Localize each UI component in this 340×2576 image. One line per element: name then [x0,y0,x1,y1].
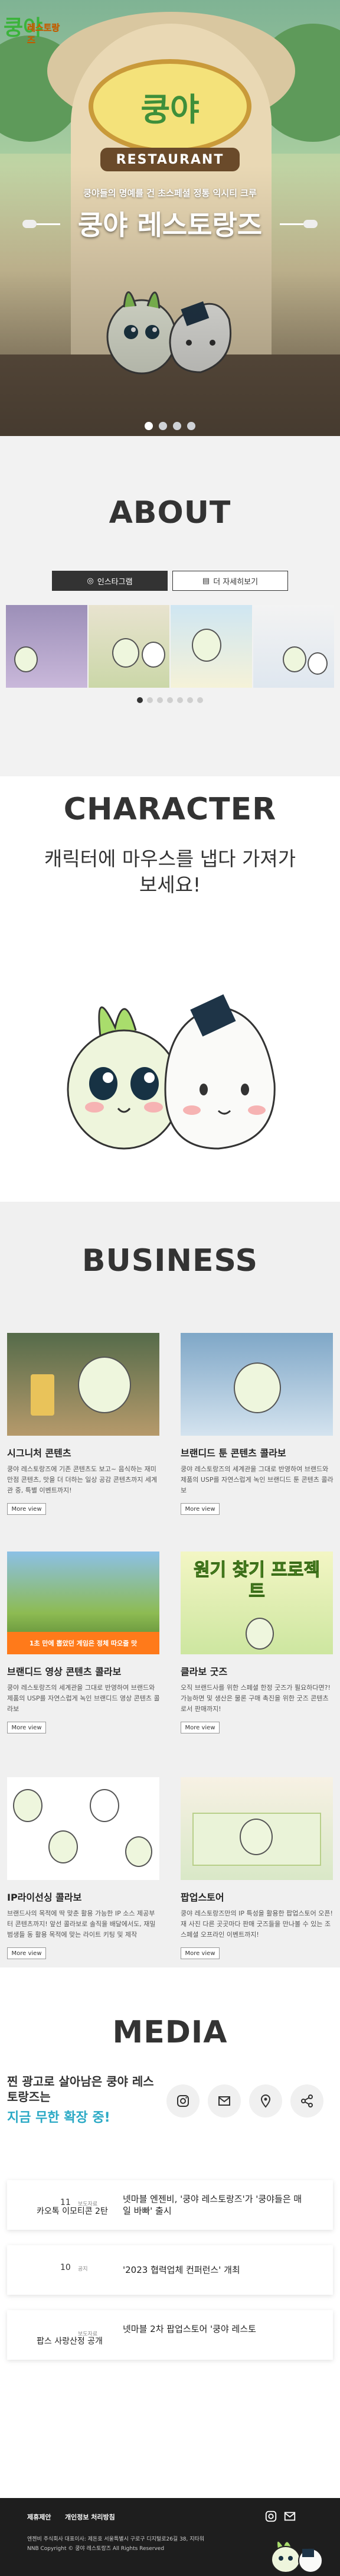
site-logo[interactable]: 쿵야 레스토랑즈 [4,8,65,45]
hero-subtitle: 쿵야들의 명예를 건 초스페셜 정통 익시티 크루 [83,188,257,199]
business-card[interactable]: 브랜디드 툰 콘텐츠 콜라보 쿵야 레스토랑즈의 세계관을 그대로 반영하여 브… [181,1333,334,1515]
about-section: ABOUT ◎ 인스타그램 ▤ 더 자세히보기 [0,436,340,776]
more-view-button[interactable]: More view [181,1947,220,1959]
news-item[interactable]: 보도자료 팝스 사랑산정 공개 넷마블 2차 팝업스토어 '쿵야 레스토 [7,2310,333,2360]
business-card[interactable]: 원기 찾기 프로젝트 클라보 굿즈 오직 브랜드사를 위한 스페셜 한정 굿즈가… [181,1552,334,1733]
more-view-button[interactable]: More view [7,1947,46,1959]
business-image: 1초 만에 뽑았던 게임은 정체 따오줄 맛 [7,1552,159,1654]
business-card[interactable]: 시그니처 콘텐츠 쿵야 레스토랑즈에 기존 콘텐츠도 보고~ 음식하는 재미만점… [7,1333,161,1515]
business-card[interactable]: 팝업스토어 쿵야 레스토랑즈만의 IP 특성을 활용한 팝업스토어 오픈! 재 … [181,1777,334,1959]
hero-dot-3[interactable] [173,422,181,430]
footer-mascot [271,2541,323,2572]
media-highlight: 지금 무한 확장 중! [7,2110,110,2125]
business-image [7,1777,159,1880]
about-slide[interactable] [6,605,87,688]
about-pagination [0,697,340,703]
news-item[interactable]: 10 공지 '2023 협력업체 컨퍼런스' 개최 [7,2245,333,2295]
business-title: BUSINESS [81,1243,259,1279]
instagram-icon[interactable] [264,2510,279,2524]
character-title: CHARACTER [63,792,277,827]
business-image [7,1333,159,1436]
business-section: BUSINESS 시그니처 콘텐츠 쿵야 레스토랑즈에 기존 콘텐츠도 보고~ … [0,1202,340,1967]
company-info: 엔젠비 주식회사 대표이사: 제돈호 서울특별시 구로구 디지털로26길 38,… [27,2536,205,2552]
business-image [181,1333,333,1436]
hero-pagination [0,422,340,430]
partnership-link[interactable]: 제휴제안 [27,2512,51,2522]
business-image [181,1777,333,1880]
about-slide[interactable] [171,605,252,688]
hero-dot-4[interactable] [187,422,195,430]
hero-dot-1[interactable] [145,422,153,430]
about-slide[interactable] [253,605,334,688]
instagram-icon[interactable] [166,2084,200,2118]
spoon-icon [303,220,318,228]
business-card[interactable]: 1초 만에 뽑았던 게임은 정체 따오줄 맛 브랜디드 영상 콘텐츠 콜라보 쿵… [7,1552,161,1733]
news-item[interactable]: 11 보도자료 카오톡 이모티콘 2탄 넷마블 엔젠비, '쿵야 레스토랑즈'가… [7,2180,333,2230]
about-carousel[interactable] [6,605,334,688]
about-title: ABOUT [109,495,231,531]
mail-icon[interactable] [283,2510,298,2524]
media-title: MEDIA [112,2015,228,2050]
more-view-button[interactable]: More view [181,1503,220,1515]
media-headline: 찐 광고로 살아남은 쿵야 레스토랑즈는 [7,2074,154,2104]
restaurant-sign: 쿵야 [89,59,251,154]
more-info-button[interactable]: ▤ 더 자세히보기 [172,571,288,591]
mail-icon[interactable] [208,2084,241,2118]
share-icon[interactable] [290,2084,323,2118]
more-view-button[interactable]: More view [181,1722,220,1733]
instagram-button[interactable]: ◎ 인스타그램 [52,571,168,591]
hero-dot-2[interactable] [159,422,167,430]
character-section: CHARACTER 캐릭터에 마우스를 냅다 가져가 보세요! [0,776,340,1202]
media-section: MEDIA 찐 광고로 살아남은 쿵야 레스토랑즈는 지금 무한 확장 중! 1… [0,1967,340,2498]
about-slide[interactable] [88,605,169,688]
instagram-icon: ◎ [87,576,94,586]
list-icon: ▤ [202,576,210,586]
footer: 제휴제안 개인정보 처리방침 엔젠비 주식회사 대표이사: 제돈호 서울특별시 … [0,2498,340,2576]
character-subtitle: 캐릭터에 마우스를 냅다 가져가 보세요! [44,847,296,896]
more-view-button[interactable]: More view [7,1722,46,1733]
privacy-policy-link[interactable]: 개인정보 처리방침 [65,2512,115,2522]
business-image: 원기 찾기 프로젝트 [181,1552,333,1654]
business-card[interactable]: IP라이선싱 콜라보 브랜드사의 목적에 딱 맞춘 활용 가능한 IP 소스 제… [7,1777,161,1959]
hero-banner: 쿵야 RESTAURANT 쿵야 레스토랑즈 쿵야들의 명예를 건 초스페셜 정… [0,0,340,436]
character-illustration[interactable] [59,971,283,1160]
location-icon[interactable] [249,2084,282,2118]
more-view-button[interactable]: More view [7,1503,46,1515]
